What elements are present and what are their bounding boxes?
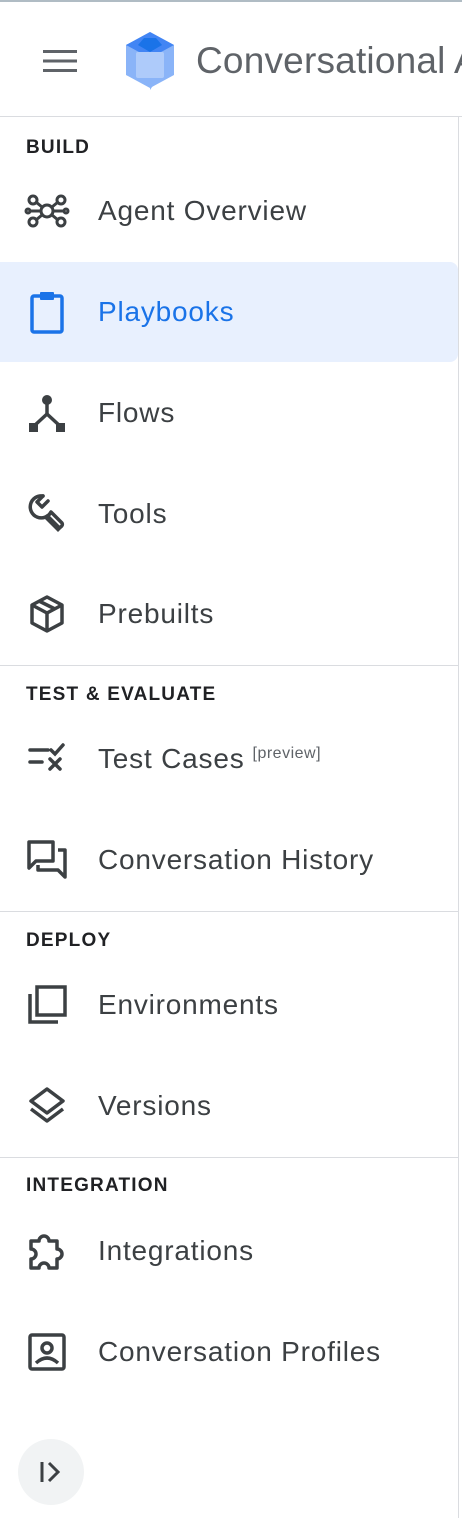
checklist-icon	[24, 736, 70, 782]
nav-item-playbooks[interactable]: Playbooks	[0, 262, 458, 362]
layers-icon	[24, 1083, 70, 1129]
nav-item-integrations[interactable]: Integrations	[0, 1201, 458, 1301]
nav-item-conversation-profiles[interactable]: Conversation Profiles	[0, 1302, 458, 1402]
nav-label-environments: Environments	[98, 989, 279, 1020]
section-divider	[0, 911, 458, 912]
nav-item-environments[interactable]: Environments	[0, 955, 458, 1055]
section-header-test-evaluate: TEST & EVALUATE	[26, 684, 217, 705]
nav-label-versions: Versions	[98, 1090, 212, 1121]
sidebar-nav: BUILD Agent Overview Playbooks Flows Too…	[0, 117, 458, 1518]
nav-item-tools[interactable]: Tools	[0, 464, 458, 564]
clipboard-icon	[24, 289, 70, 335]
hamburger-menu-icon	[43, 50, 77, 72]
conversational-agents-logo	[126, 32, 174, 90]
nav-item-prebuilts[interactable]: Prebuilts	[0, 564, 458, 664]
content-edge	[458, 117, 462, 1518]
app-header: Conversational Agents	[0, 2, 462, 117]
package-icon	[24, 591, 70, 637]
section-header-deploy: DEPLOY	[26, 930, 112, 951]
preview-badge: [preview]	[252, 744, 322, 762]
forum-icon	[24, 837, 70, 883]
nav-item-conversation-history[interactable]: Conversation History	[0, 810, 458, 910]
collapse-sidebar-button[interactable]	[18, 1439, 84, 1505]
nav-label-agent-overview: Agent Overview	[98, 195, 307, 226]
app-title: Conversational Agents	[196, 40, 462, 81]
hub-icon	[24, 188, 70, 234]
flow-icon	[24, 390, 70, 436]
contact-card-icon	[24, 1329, 70, 1375]
nav-label-conversation-history: Conversation History	[98, 844, 374, 875]
nav-label-test-cases: Test Cases [preview]	[98, 743, 321, 775]
nav-item-versions[interactable]: Versions	[0, 1056, 458, 1156]
extension-icon	[24, 1228, 70, 1274]
nav-item-agent-overview[interactable]: Agent Overview	[0, 161, 458, 261]
main-menu-button[interactable]	[28, 32, 92, 90]
nav-label-prebuilts: Prebuilts	[98, 598, 215, 629]
nav-item-flows[interactable]: Flows	[0, 363, 458, 463]
nav-label-integrations: Integrations	[98, 1235, 254, 1266]
nav-label-flows: Flows	[98, 397, 176, 428]
nav-label-playbooks: Playbooks	[98, 296, 235, 327]
section-header-integration: INTEGRATION	[26, 1175, 169, 1196]
collapse-sidebar-icon	[40, 1461, 61, 1483]
section-header-build: BUILD	[26, 137, 91, 158]
section-divider	[0, 665, 458, 666]
nav-label-tools: Tools	[98, 498, 168, 529]
nav-label-conversation-profiles: Conversation Profiles	[98, 1336, 381, 1367]
test-cases-text: Test Cases	[98, 743, 245, 774]
library-icon	[24, 982, 70, 1028]
nav-item-test-cases[interactable]: Test Cases [preview]	[0, 709, 458, 809]
wrench-icon	[24, 491, 70, 537]
section-divider	[0, 1157, 458, 1158]
